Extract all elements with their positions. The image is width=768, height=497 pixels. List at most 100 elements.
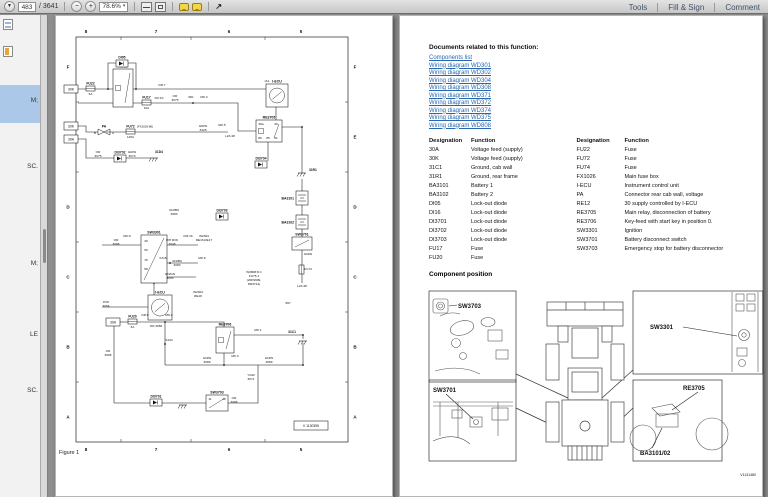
- related-doc-link[interactable]: Wiring diagram WD371: [429, 93, 754, 101]
- diagram-text: 30A: [110, 320, 117, 324]
- function-cell: Ground, rear frame: [471, 174, 518, 180]
- panel-scrollbar-handle[interactable]: [43, 229, 46, 263]
- diagram-text: DI3701: [151, 395, 162, 399]
- related-doc-link[interactable]: Wiring diagram WD301: [429, 63, 754, 71]
- bookmark-item[interactable]: LE: [30, 331, 38, 338]
- table-row: SW3301 Ignition: [576, 227, 754, 236]
- related-doc-link[interactable]: Wiring diagram WD302: [429, 70, 754, 78]
- table-header-row: Designation Function: [576, 137, 754, 146]
- diagram-text: 30: [274, 122, 278, 126]
- bookmarks-icon[interactable]: [3, 46, 13, 57]
- diagram-text: V 1130395: [303, 424, 319, 428]
- diagram-text: BA3102: [282, 221, 295, 225]
- diagram-text: B: [66, 345, 70, 350]
- table-row: BA3101 Battery 1: [429, 182, 576, 191]
- bookmark-item[interactable]: M;: [31, 260, 38, 267]
- related-doc-link[interactable]: Wiring diagram WD808: [429, 123, 754, 131]
- diagram-text: 50: [144, 248, 148, 252]
- designation-cell: 31C1: [429, 165, 443, 171]
- diagram-text: 125A: [127, 135, 134, 139]
- table-row: FU20 Fuse: [429, 254, 576, 263]
- fit-page-icon[interactable]: [155, 1, 167, 12]
- related-doc-link[interactable]: Wiring diagram WD375: [429, 115, 754, 123]
- toolbar-button-comment[interactable]: Comment: [717, 3, 768, 12]
- diagram-text: IA1: [265, 79, 270, 83]
- diagram-text: I-ECU: [155, 291, 165, 295]
- related-doc-link[interactable]: Components list: [429, 55, 754, 63]
- diagram-text: A: [112, 131, 114, 135]
- junction-dot: [135, 88, 137, 90]
- related-doc-link[interactable]: Wiring diagram WD372: [429, 100, 754, 108]
- zoom-level-select[interactable]: 78.6% ▾: [99, 1, 129, 12]
- designation-cell: FU22: [576, 147, 590, 153]
- diagram-text: 30K: [68, 87, 75, 91]
- table-row: DI16 Lock-out diode: [429, 209, 576, 218]
- designation-cell: SW3301: [576, 228, 598, 234]
- toolbar-separator: [657, 2, 659, 12]
- diagram-text: D: [66, 205, 70, 210]
- ground-symbol: [296, 172, 300, 177]
- table-row: 30K Voltage feed (supply): [429, 155, 576, 164]
- related-doc-link[interactable]: Wiring diagram WD304: [429, 78, 754, 86]
- related-doc-link[interactable]: Wiring diagram WD374: [429, 108, 754, 116]
- component-position-heading: Component position: [429, 271, 493, 278]
- diagram-text: SW3701: [295, 233, 308, 237]
- bookmark-selected-highlight: [0, 85, 40, 123]
- table-row: DI3703 Lock-out diode: [429, 236, 576, 245]
- page-number-input[interactable]: 483: [18, 1, 36, 12]
- diagram-text: RE18: [194, 294, 202, 298]
- ground-symbol: [300, 340, 304, 345]
- designation-cell: DI3701: [429, 219, 447, 225]
- diagram-text: MK:6: [198, 256, 206, 260]
- bookmark-item[interactable]: M;: [31, 97, 38, 104]
- designation-cell: FU17: [429, 246, 443, 252]
- toolbar-button-fill-sign[interactable]: Fill & Sign: [660, 3, 712, 12]
- callout-label-sw3703: SW3703: [458, 304, 482, 310]
- related-doc-link[interactable]: Wiring diagram WD308: [429, 85, 754, 93]
- designation-cell: DI05: [429, 201, 441, 207]
- sw3701-sketch: [432, 393, 513, 445]
- sticky-note-icon[interactable]: [179, 2, 190, 11]
- diagram-text: FU22: [86, 82, 94, 86]
- diagram-text: S57: [285, 301, 291, 305]
- designation-cell: FU74: [576, 165, 590, 171]
- table-row: BA3102 Battery 2: [429, 191, 576, 200]
- diagram-text: FU17: [142, 96, 150, 100]
- diagram-text: 85: [266, 136, 270, 140]
- zoom-in-button[interactable]: +: [85, 1, 97, 12]
- toolbar-button-tools[interactable]: Tools: [621, 3, 656, 12]
- function-cell: Lock-out diode: [471, 228, 508, 234]
- diagram-text: GN/W: [304, 252, 313, 256]
- junction-dot: [107, 88, 109, 90]
- function-cell: Main fuse box: [624, 174, 659, 180]
- junction-dot: [164, 321, 166, 323]
- table-row: PA Connector rear cab wall, voltage: [576, 191, 754, 200]
- designation-cell: FU72: [576, 156, 590, 162]
- diagram-text: LI/A:28: [297, 284, 307, 288]
- diagram-text: 3070: [129, 154, 136, 158]
- designation-cell: 30A: [429, 147, 439, 153]
- diagram-text: DI3703: [217, 209, 228, 213]
- ground-symbol: [180, 404, 184, 409]
- function-cell: Connector rear cab wall, voltage: [624, 192, 704, 198]
- ground-symbol: [303, 340, 307, 345]
- diagram-text: 7: [155, 447, 158, 452]
- diagram-text: (FX1026:86): [137, 125, 153, 129]
- diagram-text: 31: [274, 136, 278, 140]
- diagram-text: 3071: [248, 377, 255, 381]
- fit-width-icon[interactable]: [141, 1, 153, 12]
- zoom-out-button[interactable]: −: [71, 1, 83, 12]
- diagram-text: D: [353, 205, 357, 210]
- page-thumbnails-icon[interactable]: [3, 19, 13, 30]
- diagram-text: DI3704: [256, 157, 267, 161]
- bookmark-item[interactable]: SC.: [27, 163, 38, 170]
- highlight-comment-icon[interactable]: [192, 2, 203, 11]
- diagram-text: 3089: [266, 360, 273, 364]
- diagram-text: SW3301: [147, 231, 160, 235]
- share-icon[interactable]: ↗: [215, 2, 222, 11]
- function-cell: Fuse: [471, 246, 484, 252]
- page-down-button[interactable]: ▼: [4, 1, 15, 12]
- junction-dot: [169, 262, 171, 264]
- bookmark-item[interactable]: SC.: [27, 387, 38, 394]
- diagram-text: 10A: [144, 106, 149, 110]
